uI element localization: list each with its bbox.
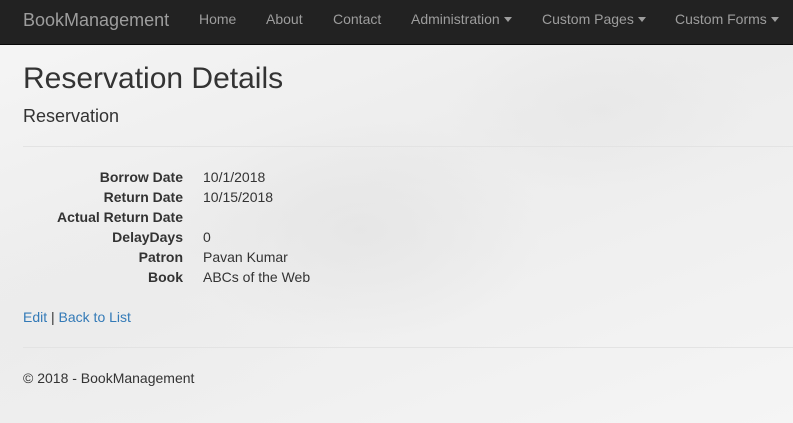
detail-term: Borrow Date [99, 169, 183, 185]
nav-home-label: Home [199, 11, 237, 27]
detail-value: 10/15/2018 [203, 189, 274, 205]
divider [23, 146, 793, 147]
detail-row-patron: Patron Pavan Kumar [0, 249, 400, 269]
detail-value: ABCs of the Web [203, 269, 311, 285]
top-navbar: BookManagement Home About Contact Admini… [0, 0, 793, 45]
detail-row-actual-return-date: Actual Return Date [0, 209, 400, 229]
caret-down-icon [503, 17, 512, 22]
action-links: Edit | Back to List [23, 309, 131, 325]
detail-row-return-date: Return Date 10/15/2018 [0, 189, 400, 209]
footer-divider [23, 347, 793, 348]
caret-down-icon [637, 17, 646, 22]
nav-administration-label: Administration [411, 11, 500, 27]
detail-term: Return Date [103, 189, 183, 205]
detail-row-book: Book ABCs of the Web [0, 269, 400, 289]
nav-custom-pages-label: Custom Pages [542, 11, 634, 27]
nav-administration-dropdown[interactable]: Administration [411, 0, 512, 45]
caret-down-icon [770, 17, 779, 22]
detail-row-delay-days: DelayDays 0 [0, 229, 400, 249]
brand-link[interactable]: BookManagement [23, 0, 169, 45]
detail-term: Book [148, 269, 183, 285]
nav-contact-label: Contact [333, 11, 382, 27]
back-to-list-link[interactable]: Back to List [59, 309, 131, 325]
nav-about-label: About [266, 11, 303, 27]
page-title: Reservation Details [23, 62, 284, 95]
nav-custom-forms-dropdown[interactable]: Custom Forms [675, 0, 779, 45]
link-separator: | [51, 309, 55, 325]
detail-value: 10/1/2018 [203, 169, 266, 185]
detail-value: 0 [203, 229, 211, 245]
detail-term: DelayDays [112, 229, 183, 245]
nav-home[interactable]: Home [199, 0, 236, 45]
footer-copyright: © 2018 - BookManagement [23, 370, 195, 386]
detail-row-borrow-date: Borrow Date 10/1/2018 [0, 169, 400, 189]
page-subtitle: Reservation [23, 106, 120, 126]
edit-link[interactable]: Edit [23, 309, 47, 325]
nav-custom-forms-label: Custom Forms [675, 11, 767, 27]
nav-contact[interactable]: Contact [333, 0, 381, 45]
detail-value: Pavan Kumar [203, 249, 288, 265]
nav-custom-pages-dropdown[interactable]: Custom Pages [542, 0, 646, 45]
detail-term: Actual Return Date [56, 209, 183, 225]
detail-term: Patron [138, 249, 183, 265]
nav-about[interactable]: About [266, 0, 303, 45]
